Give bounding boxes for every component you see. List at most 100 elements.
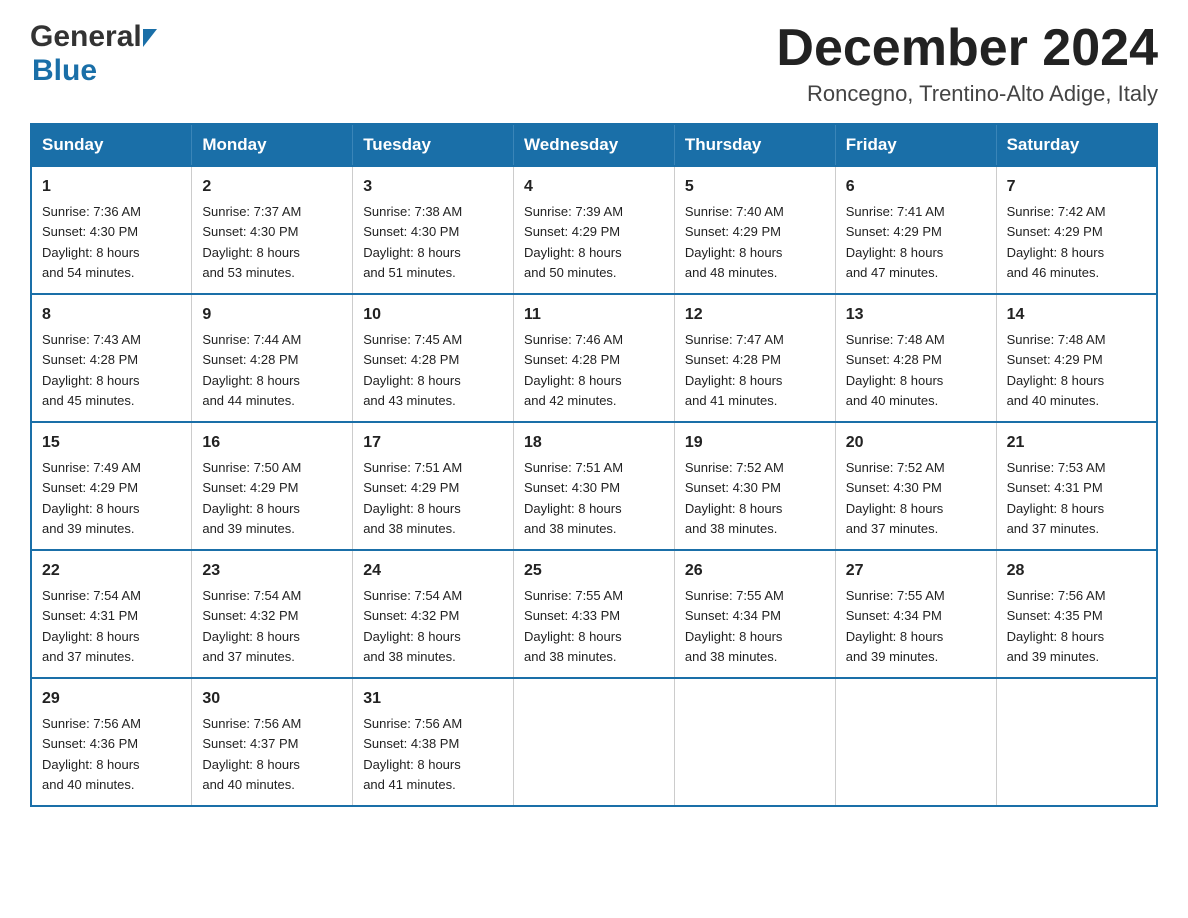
day-info: Sunrise: 7:38 AMSunset: 4:30 PMDaylight:… [363, 204, 462, 280]
day-cell-29: 29 Sunrise: 7:56 AMSunset: 4:36 PMDaylig… [31, 678, 192, 806]
day-cell-18: 18 Sunrise: 7:51 AMSunset: 4:30 PMDaylig… [514, 422, 675, 550]
day-cell-9: 9 Sunrise: 7:44 AMSunset: 4:28 PMDayligh… [192, 294, 353, 422]
day-info: Sunrise: 7:52 AMSunset: 4:30 PMDaylight:… [685, 460, 784, 536]
day-info: Sunrise: 7:54 AMSunset: 4:31 PMDaylight:… [42, 588, 141, 664]
day-info: Sunrise: 7:36 AMSunset: 4:30 PMDaylight:… [42, 204, 141, 280]
day-number: 15 [42, 431, 181, 455]
day-info: Sunrise: 7:55 AMSunset: 4:34 PMDaylight:… [846, 588, 945, 664]
day-cell-22: 22 Sunrise: 7:54 AMSunset: 4:31 PMDaylig… [31, 550, 192, 678]
day-number: 24 [363, 559, 503, 583]
header-saturday: Saturday [996, 124, 1157, 166]
day-number: 3 [363, 175, 503, 199]
week-row-5: 29 Sunrise: 7:56 AMSunset: 4:36 PMDaylig… [31, 678, 1157, 806]
day-info: Sunrise: 7:40 AMSunset: 4:29 PMDaylight:… [685, 204, 784, 280]
day-number: 19 [685, 431, 825, 455]
day-cell-15: 15 Sunrise: 7:49 AMSunset: 4:29 PMDaylig… [31, 422, 192, 550]
logo-arrow-icon [143, 29, 157, 47]
day-cell-6: 6 Sunrise: 7:41 AMSunset: 4:29 PMDayligh… [835, 166, 996, 294]
day-number: 22 [42, 559, 181, 583]
day-info: Sunrise: 7:49 AMSunset: 4:29 PMDaylight:… [42, 460, 141, 536]
day-info: Sunrise: 7:37 AMSunset: 4:30 PMDaylight:… [202, 204, 301, 280]
week-row-3: 15 Sunrise: 7:49 AMSunset: 4:29 PMDaylig… [31, 422, 1157, 550]
day-number: 8 [42, 303, 181, 327]
day-info: Sunrise: 7:41 AMSunset: 4:29 PMDaylight:… [846, 204, 945, 280]
day-cell-19: 19 Sunrise: 7:52 AMSunset: 4:30 PMDaylig… [674, 422, 835, 550]
header-thursday: Thursday [674, 124, 835, 166]
day-info: Sunrise: 7:47 AMSunset: 4:28 PMDaylight:… [685, 332, 784, 408]
week-row-1: 1 Sunrise: 7:36 AMSunset: 4:30 PMDayligh… [31, 166, 1157, 294]
day-cell-3: 3 Sunrise: 7:38 AMSunset: 4:30 PMDayligh… [353, 166, 514, 294]
day-number: 9 [202, 303, 342, 327]
calendar-body: 1 Sunrise: 7:36 AMSunset: 4:30 PMDayligh… [31, 166, 1157, 806]
day-number: 18 [524, 431, 664, 455]
calendar-header: SundayMondayTuesdayWednesdayThursdayFrid… [31, 124, 1157, 166]
day-info: Sunrise: 7:54 AMSunset: 4:32 PMDaylight:… [202, 588, 301, 664]
day-info: Sunrise: 7:51 AMSunset: 4:29 PMDaylight:… [363, 460, 462, 536]
day-info: Sunrise: 7:46 AMSunset: 4:28 PMDaylight:… [524, 332, 623, 408]
day-cell-4: 4 Sunrise: 7:39 AMSunset: 4:29 PMDayligh… [514, 166, 675, 294]
day-info: Sunrise: 7:43 AMSunset: 4:28 PMDaylight:… [42, 332, 141, 408]
header-friday: Friday [835, 124, 996, 166]
logo: General Blue [30, 20, 157, 88]
day-number: 14 [1007, 303, 1146, 327]
day-number: 28 [1007, 559, 1146, 583]
day-number: 27 [846, 559, 986, 583]
day-info: Sunrise: 7:55 AMSunset: 4:34 PMDaylight:… [685, 588, 784, 664]
day-info: Sunrise: 7:50 AMSunset: 4:29 PMDaylight:… [202, 460, 301, 536]
day-cell-7: 7 Sunrise: 7:42 AMSunset: 4:29 PMDayligh… [996, 166, 1157, 294]
day-number: 11 [524, 303, 664, 327]
day-info: Sunrise: 7:42 AMSunset: 4:29 PMDaylight:… [1007, 204, 1106, 280]
day-cell-23: 23 Sunrise: 7:54 AMSunset: 4:32 PMDaylig… [192, 550, 353, 678]
empty-cell-4-4 [674, 678, 835, 806]
day-number: 17 [363, 431, 503, 455]
day-cell-8: 8 Sunrise: 7:43 AMSunset: 4:28 PMDayligh… [31, 294, 192, 422]
logo-general-text: General [30, 20, 142, 54]
day-number: 31 [363, 687, 503, 711]
days-of-week-row: SundayMondayTuesdayWednesdayThursdayFrid… [31, 124, 1157, 166]
day-number: 29 [42, 687, 181, 711]
day-number: 16 [202, 431, 342, 455]
day-cell-24: 24 Sunrise: 7:54 AMSunset: 4:32 PMDaylig… [353, 550, 514, 678]
day-number: 12 [685, 303, 825, 327]
day-number: 21 [1007, 431, 1146, 455]
day-info: Sunrise: 7:44 AMSunset: 4:28 PMDaylight:… [202, 332, 301, 408]
day-cell-17: 17 Sunrise: 7:51 AMSunset: 4:29 PMDaylig… [353, 422, 514, 550]
day-number: 2 [202, 175, 342, 199]
week-row-4: 22 Sunrise: 7:54 AMSunset: 4:31 PMDaylig… [31, 550, 1157, 678]
day-cell-28: 28 Sunrise: 7:56 AMSunset: 4:35 PMDaylig… [996, 550, 1157, 678]
day-number: 1 [42, 175, 181, 199]
day-info: Sunrise: 7:48 AMSunset: 4:28 PMDaylight:… [846, 332, 945, 408]
location-subtitle: Roncegno, Trentino-Alto Adige, Italy [776, 81, 1158, 107]
day-info: Sunrise: 7:39 AMSunset: 4:29 PMDaylight:… [524, 204, 623, 280]
day-cell-21: 21 Sunrise: 7:53 AMSunset: 4:31 PMDaylig… [996, 422, 1157, 550]
empty-cell-4-6 [996, 678, 1157, 806]
day-number: 5 [685, 175, 825, 199]
day-info: Sunrise: 7:56 AMSunset: 4:35 PMDaylight:… [1007, 588, 1106, 664]
day-info: Sunrise: 7:56 AMSunset: 4:38 PMDaylight:… [363, 716, 462, 792]
day-cell-31: 31 Sunrise: 7:56 AMSunset: 4:38 PMDaylig… [353, 678, 514, 806]
day-cell-25: 25 Sunrise: 7:55 AMSunset: 4:33 PMDaylig… [514, 550, 675, 678]
page-header: General Blue December 2024 Roncegno, Tre… [30, 20, 1158, 107]
title-area: December 2024 Roncegno, Trentino-Alto Ad… [776, 20, 1158, 107]
day-info: Sunrise: 7:54 AMSunset: 4:32 PMDaylight:… [363, 588, 462, 664]
day-cell-14: 14 Sunrise: 7:48 AMSunset: 4:29 PMDaylig… [996, 294, 1157, 422]
day-number: 20 [846, 431, 986, 455]
day-number: 25 [524, 559, 664, 583]
day-cell-10: 10 Sunrise: 7:45 AMSunset: 4:28 PMDaylig… [353, 294, 514, 422]
day-cell-27: 27 Sunrise: 7:55 AMSunset: 4:34 PMDaylig… [835, 550, 996, 678]
calendar-table: SundayMondayTuesdayWednesdayThursdayFrid… [30, 123, 1158, 807]
day-number: 10 [363, 303, 503, 327]
week-row-2: 8 Sunrise: 7:43 AMSunset: 4:28 PMDayligh… [31, 294, 1157, 422]
day-cell-13: 13 Sunrise: 7:48 AMSunset: 4:28 PMDaylig… [835, 294, 996, 422]
day-cell-20: 20 Sunrise: 7:52 AMSunset: 4:30 PMDaylig… [835, 422, 996, 550]
empty-cell-4-5 [835, 678, 996, 806]
day-number: 26 [685, 559, 825, 583]
day-number: 6 [846, 175, 986, 199]
empty-cell-4-3 [514, 678, 675, 806]
day-cell-26: 26 Sunrise: 7:55 AMSunset: 4:34 PMDaylig… [674, 550, 835, 678]
day-info: Sunrise: 7:45 AMSunset: 4:28 PMDaylight:… [363, 332, 462, 408]
day-info: Sunrise: 7:56 AMSunset: 4:37 PMDaylight:… [202, 716, 301, 792]
day-cell-16: 16 Sunrise: 7:50 AMSunset: 4:29 PMDaylig… [192, 422, 353, 550]
day-info: Sunrise: 7:55 AMSunset: 4:33 PMDaylight:… [524, 588, 623, 664]
header-tuesday: Tuesday [353, 124, 514, 166]
